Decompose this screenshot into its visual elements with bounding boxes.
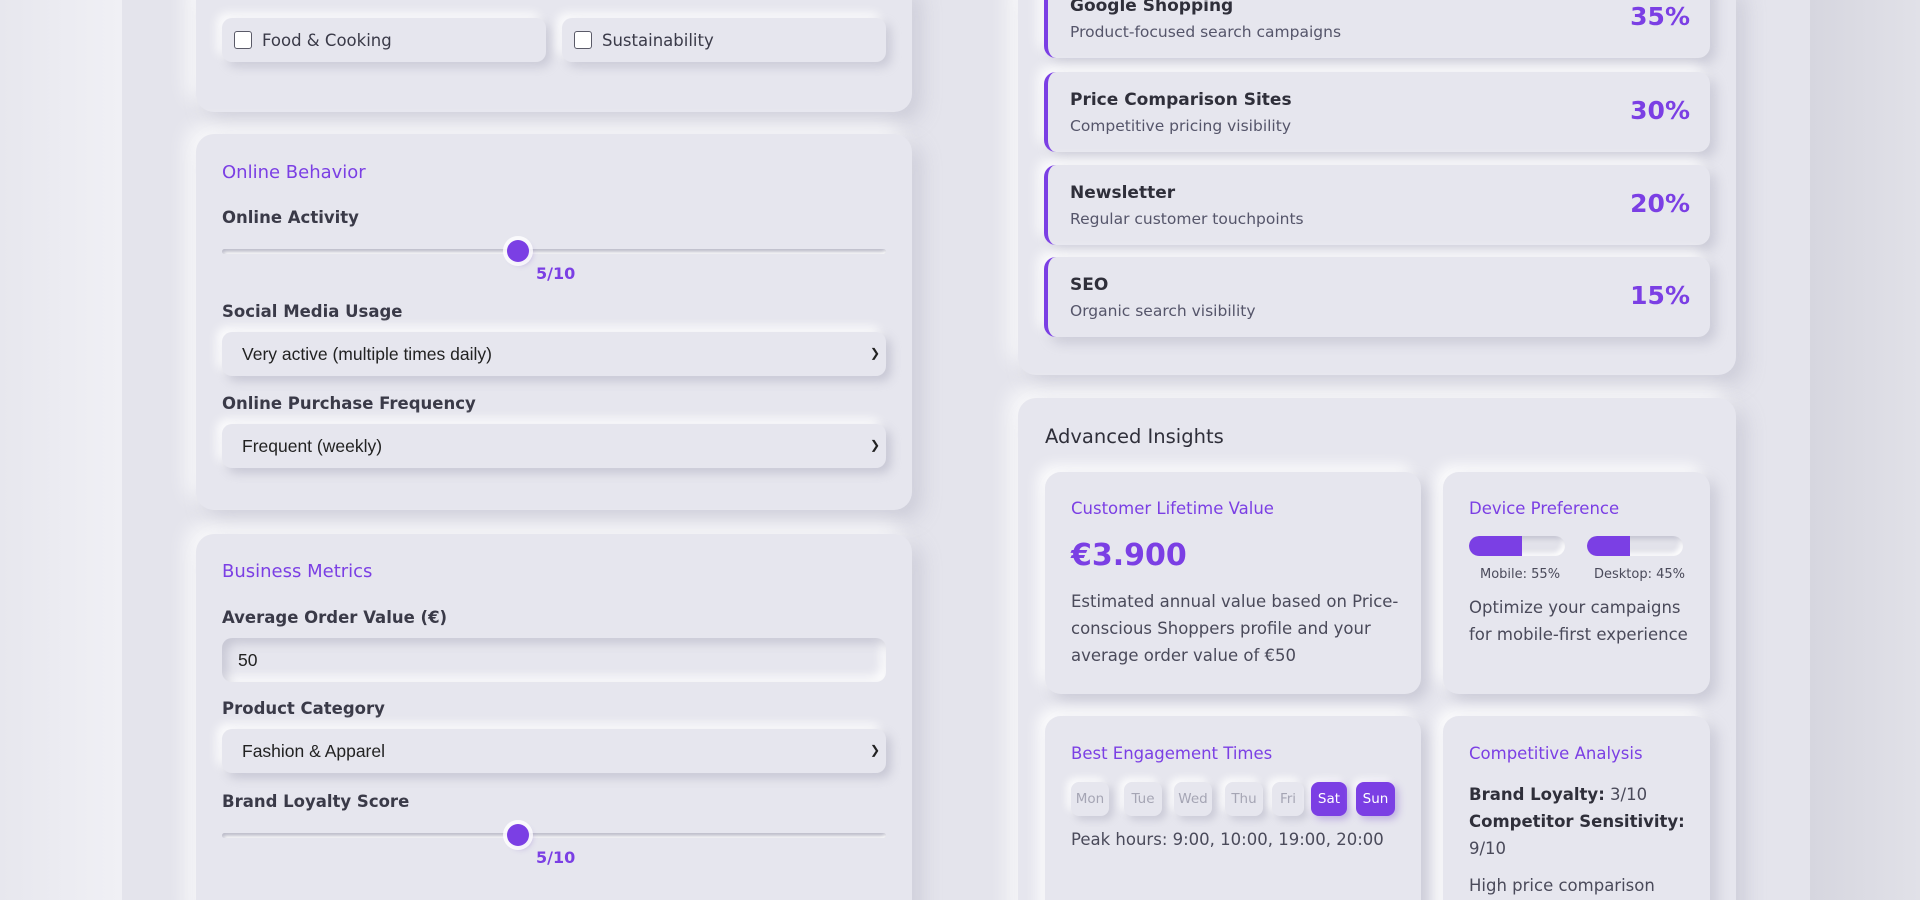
channel-desc: Organic search visibility (1070, 302, 1256, 320)
purchase-frequency-label: Online Purchase Frequency (222, 394, 476, 413)
channel-name: Newsletter (1070, 183, 1176, 203)
competitive-details: Brand Loyalty: 3/10 Competitor Sensitivi… (1469, 781, 1699, 899)
competitor-sensitivity-val: 9/10 (1469, 839, 1507, 858)
clv-title: Customer Lifetime Value (1071, 499, 1274, 518)
channel-desc: Competitive pricing visibility (1070, 117, 1291, 135)
brand-loyalty-value: 5/10 (536, 848, 576, 867)
product-category-label: Product Category (222, 699, 385, 718)
channel-desc: Regular customer touchpoints (1070, 210, 1304, 228)
online-behavior-title: Online Behavior (222, 162, 366, 183)
engagement-times-title: Best Engagement Times (1071, 744, 1273, 763)
brand-loyalty-row: Brand Loyalty: 3/10 (1469, 781, 1699, 808)
product-category-value: Fashion & Apparel (242, 740, 386, 761)
brand-loyalty-label: Brand Loyalty Score (222, 792, 410, 811)
channel-percent: 15% (1630, 281, 1690, 310)
sustainability-checkbox[interactable] (574, 31, 592, 49)
business-metrics-title: Business Metrics (222, 561, 373, 582)
channel-name: SEO (1070, 275, 1109, 295)
online-activity-slider-track[interactable] (222, 249, 886, 254)
channel-card: SEO Organic search visibility 15% (1044, 257, 1710, 337)
competitor-sensitivity-row: Competitor Sensitivity: 9/10 (1469, 808, 1699, 862)
clv-value: €3.900 (1071, 538, 1187, 573)
channel-percent: 20% (1630, 189, 1690, 218)
aov-value: 50 (238, 649, 258, 670)
clv-line: Estimated annual value based on Price- (1071, 592, 1399, 611)
competitive-note: High price comparison (1469, 876, 1655, 895)
chevron-down-icon: ❯ (869, 346, 880, 360)
page-margin-left (0, 0, 122, 900)
channel-name: Price Comparison Sites (1070, 90, 1292, 110)
day-thu[interactable]: Thu (1225, 782, 1263, 816)
interest-sustainability[interactable]: Sustainability (562, 18, 886, 62)
aov-input[interactable]: 50 (222, 638, 886, 682)
product-category-select[interactable]: Fashion & Apparel ❯ (222, 729, 886, 773)
day-fri[interactable]: Fri (1272, 782, 1304, 816)
social-media-value: Very active (multiple times daily) (242, 343, 492, 364)
channel-percent: 30% (1630, 96, 1690, 125)
mobile-bar-fill (1469, 536, 1522, 556)
clv-line: conscious Shoppers profile and your (1071, 619, 1371, 638)
brand-loyalty-key: Brand Loyalty: (1469, 785, 1605, 804)
interest-food-cooking[interactable]: Food & Cooking (222, 18, 546, 62)
channel-percent: 35% (1630, 2, 1690, 31)
channel-card: Newsletter Regular customer touchpoints … (1044, 165, 1710, 245)
device-line: for mobile-first experience (1469, 625, 1688, 644)
device-line: Optimize your campaigns (1469, 598, 1681, 617)
device-description: Optimize your campaigns for mobile-first… (1469, 594, 1699, 648)
channel-desc: Product-focused search campaigns (1070, 23, 1342, 41)
device-preference-title: Device Preference (1469, 499, 1620, 518)
food-cooking-checkbox[interactable] (234, 31, 252, 49)
online-activity-label: Online Activity (222, 208, 359, 227)
sustainability-label: Sustainability (602, 30, 714, 50)
purchase-frequency-select[interactable]: Frequent (weekly) ❯ (222, 424, 886, 468)
aov-label: Average Order Value (€) (222, 608, 448, 627)
social-media-select[interactable]: Very active (multiple times daily) ❯ (222, 332, 886, 376)
mobile-bar (1469, 536, 1565, 556)
clv-line: average order value of €50 (1071, 646, 1296, 665)
competitive-analysis-title: Competitive Analysis (1469, 744, 1643, 763)
channel-name: Google Shopping (1070, 0, 1234, 16)
page-margin-right (1810, 0, 1920, 900)
chevron-down-icon: ❯ (869, 743, 880, 757)
desktop-bar-fill (1587, 536, 1631, 556)
purchase-frequency-value: Frequent (weekly) (242, 435, 383, 456)
day-sat[interactable]: Sat (1311, 782, 1347, 816)
clv-description: Estimated annual value based on Price- c… (1071, 588, 1401, 669)
day-tue[interactable]: Tue (1124, 782, 1162, 816)
online-activity-slider-thumb[interactable] (507, 240, 529, 262)
chevron-down-icon: ❯ (869, 438, 880, 452)
competitor-sensitivity-key: Competitor Sensitivity: (1469, 812, 1685, 831)
channel-card: Google Shopping Product-focused search c… (1044, 0, 1710, 58)
social-media-label: Social Media Usage (222, 302, 403, 321)
brand-loyalty-slider-track[interactable] (222, 833, 886, 838)
brand-loyalty-val: 3/10 (1610, 785, 1648, 804)
brand-loyalty-slider-thumb[interactable] (507, 824, 529, 846)
day-wed[interactable]: Wed (1174, 782, 1212, 816)
online-activity-value: 5/10 (536, 264, 576, 283)
day-mon[interactable]: Mon (1071, 782, 1109, 816)
advanced-insights-title: Advanced Insights (1045, 425, 1224, 448)
desktop-label: Desktop: 45% (1594, 567, 1686, 582)
food-cooking-label: Food & Cooking (262, 30, 392, 50)
desktop-bar (1587, 536, 1683, 556)
peak-hours: Peak hours: 9:00, 10:00, 19:00, 20:00 (1071, 830, 1384, 849)
mobile-label: Mobile: 55% (1480, 567, 1561, 582)
day-sun[interactable]: Sun (1356, 782, 1395, 816)
channel-card: Price Comparison Sites Competitive prici… (1044, 72, 1710, 152)
